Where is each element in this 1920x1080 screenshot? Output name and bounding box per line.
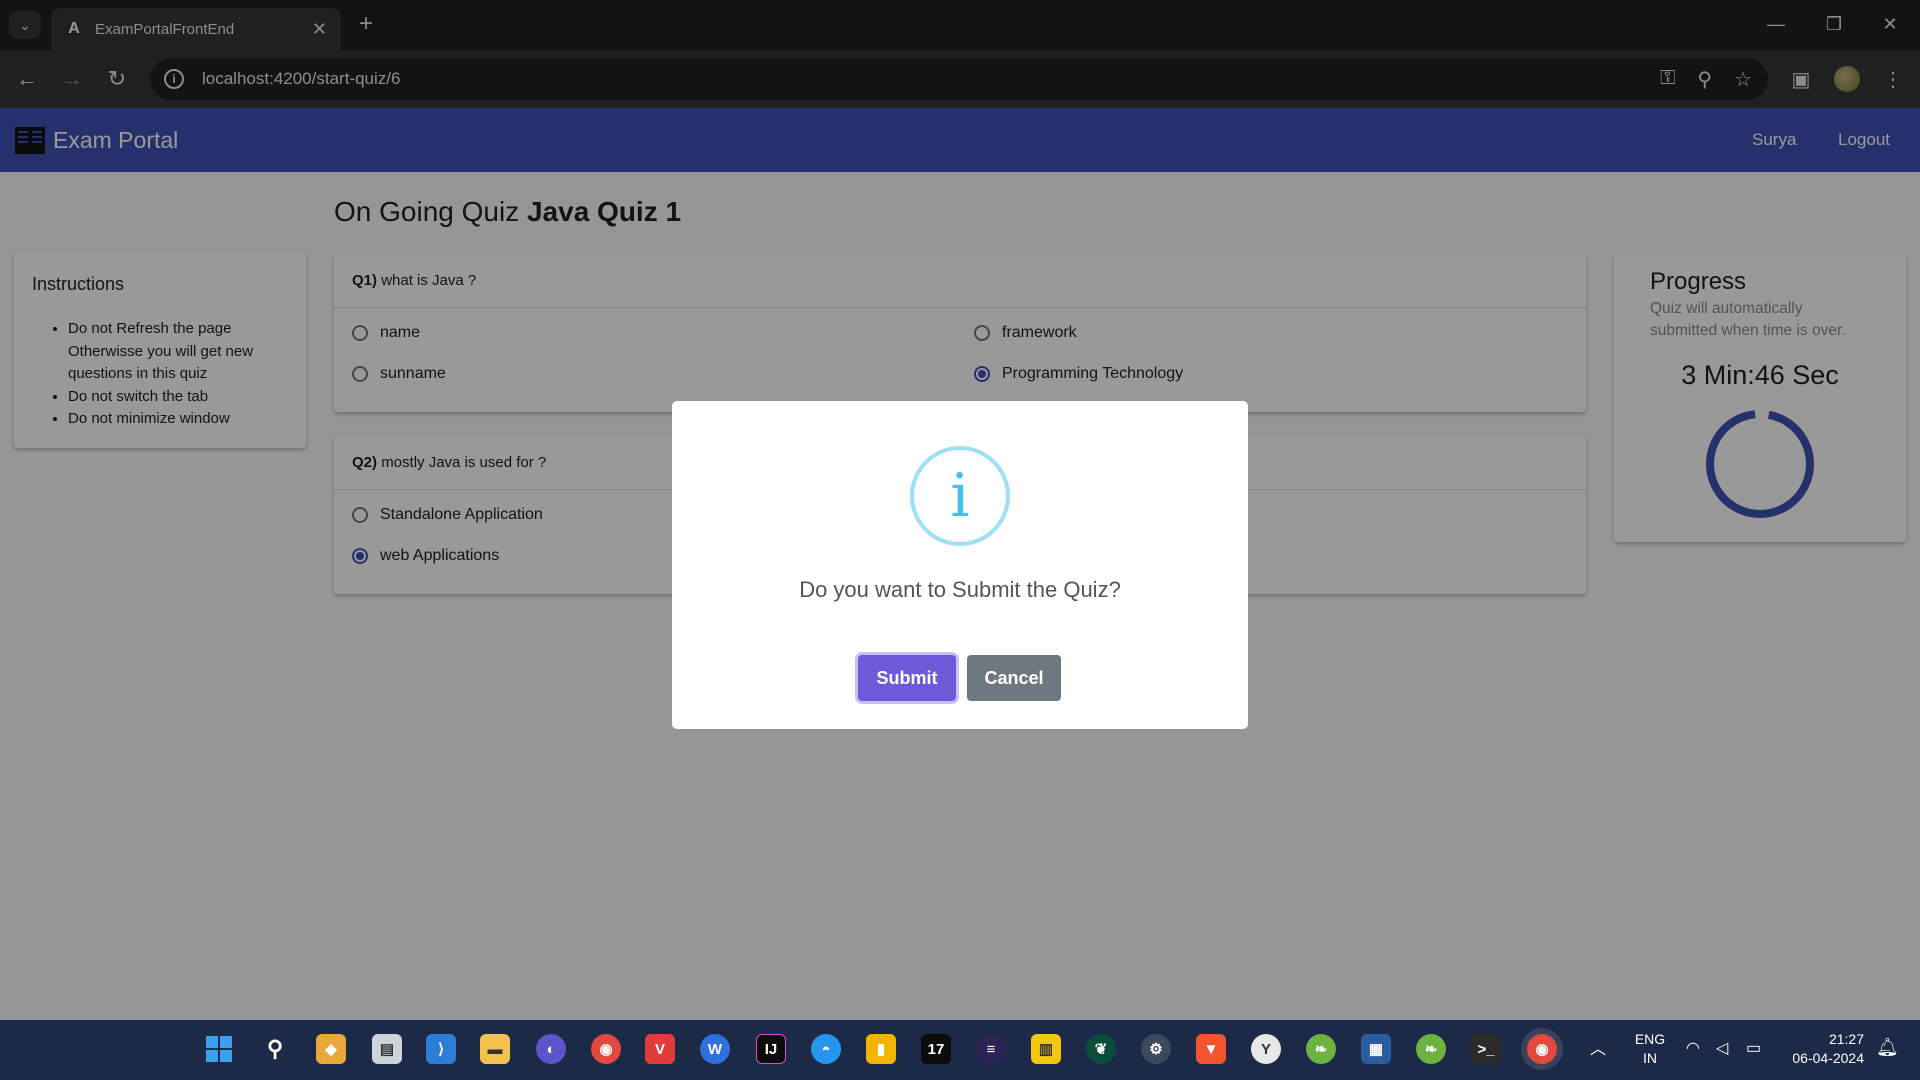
brave-icon[interactable]: ▼ (1196, 1034, 1226, 1064)
file-explorer-icon[interactable]: ▬ (480, 1034, 510, 1064)
copilot-icon[interactable]: ◆ (316, 1034, 346, 1064)
spring-tool-suite-icon[interactable]: ❧ (1416, 1034, 1446, 1064)
tradingview-icon[interactable]: 17 (921, 1034, 951, 1064)
remote-desktop-icon[interactable]: ▦ (1361, 1034, 1391, 1064)
vivaldi-icon[interactable]: V (645, 1034, 675, 1064)
tray-overflow-icon[interactable]: ︿ (1590, 1040, 1606, 1059)
notification-bell-icon[interactable]: 🔔︎ (1876, 1038, 1899, 1057)
volume-icon[interactable]: ◁ (1716, 1039, 1728, 1058)
dialog-title: Do you want to Submit the Quiz? (799, 577, 1121, 602)
docker-icon[interactable]: ◓ (811, 1034, 841, 1064)
settings-icon[interactable]: ⚙ (1141, 1034, 1171, 1064)
clock[interactable]: 21:27 06-04-2024 (1778, 1030, 1864, 1068)
windows-start-icon[interactable] (204, 1034, 234, 1064)
terminal-icon[interactable]: >_ (1471, 1034, 1501, 1064)
task-view-icon[interactable]: ▤ (372, 1034, 402, 1064)
eclipse-icon[interactable]: ≡ (976, 1034, 1006, 1064)
vscode-icon[interactable]: ⟩ (426, 1034, 456, 1064)
word-icon[interactable]: W (700, 1034, 730, 1064)
battery-icon[interactable]: ▭ (1746, 1039, 1761, 1058)
chrome-icon[interactable]: ◉ (591, 1034, 621, 1064)
wifi-icon[interactable]: ◠ (1686, 1039, 1700, 1058)
mongodb-icon[interactable]: ❦ (1086, 1034, 1116, 1064)
language-indicator[interactable]: ENG IN (1630, 1030, 1670, 1068)
region-code: IN (1643, 1050, 1657, 1066)
intellij-icon[interactable]: IJ (756, 1034, 786, 1064)
keep-icon[interactable]: ▮ (866, 1034, 896, 1064)
clock-date: 06-04-2024 (1792, 1050, 1864, 1066)
info-icon: i (910, 446, 1010, 546)
clock-time: 21:27 (1828, 1031, 1864, 1047)
clock-icon[interactable]: Y (1251, 1034, 1281, 1064)
confirm-dialog: i Do you want to Submit the Quiz? Submit… (672, 401, 1248, 729)
language-code: ENG (1634, 1031, 1666, 1047)
power-bi-icon[interactable]: ▥ (1031, 1034, 1061, 1064)
app-icon[interactable]: ◐ (536, 1034, 566, 1064)
submit-button[interactable]: Submit (858, 655, 956, 701)
cancel-button[interactable]: Cancel (967, 655, 1061, 701)
search-icon[interactable]: ⚲ (260, 1034, 290, 1064)
chrome-active-icon[interactable]: ◉ (1527, 1034, 1557, 1064)
spring-icon[interactable]: ❧ (1306, 1034, 1336, 1064)
